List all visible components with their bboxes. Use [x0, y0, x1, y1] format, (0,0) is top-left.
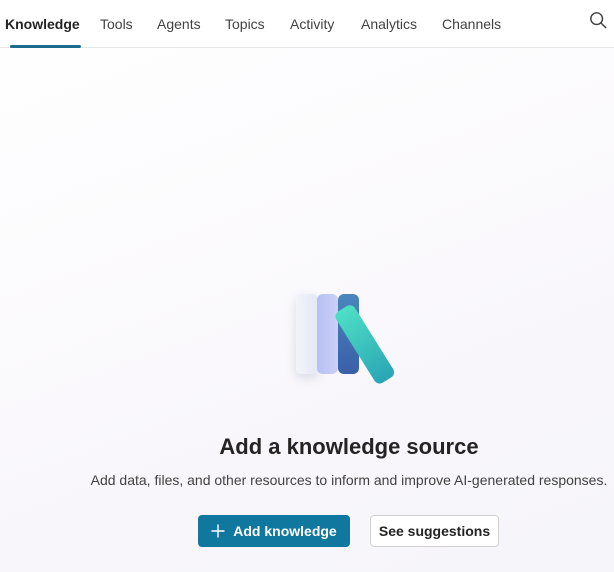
- tab-label: Knowledge: [5, 15, 80, 32]
- tab-label: Topics: [225, 15, 265, 32]
- books-icon: [290, 290, 420, 386]
- tab-label: Activity: [290, 15, 335, 32]
- add-knowledge-button[interactable]: Add knowledge: [198, 515, 350, 547]
- add-knowledge-label: Add knowledge: [233, 523, 337, 539]
- tab-label: Agents: [157, 15, 201, 32]
- empty-state-title: Add a knowledge source: [219, 434, 479, 459]
- tab-agents[interactable]: Agents: [157, 0, 201, 47]
- tab-analytics[interactable]: Analytics: [361, 0, 417, 47]
- see-suggestions-label: See suggestions: [378, 523, 491, 539]
- see-suggestions-button[interactable]: See suggestions: [370, 515, 499, 547]
- tab-label: Channels: [442, 15, 502, 32]
- tab-topics[interactable]: Topics: [225, 0, 265, 47]
- empty-state-description: Add data, files, and other resources to …: [90, 472, 608, 488]
- tab-label: Analytics: [361, 15, 418, 32]
- tab-knowledge[interactable]: Knowledge: [5, 0, 81, 48]
- search-button[interactable]: [584, 6, 612, 34]
- top-nav: Knowledge Tools Agents Topics Activity A…: [0, 0, 614, 48]
- book-1: [296, 294, 318, 374]
- tab-tools[interactable]: Tools: [100, 0, 133, 47]
- tab-label: Tools: [100, 15, 133, 32]
- tab-activity[interactable]: Activity: [290, 0, 334, 47]
- book-2: [317, 294, 338, 374]
- active-tab-indicator: [10, 45, 81, 48]
- plus-icon: [211, 524, 225, 538]
- search-icon: [590, 12, 607, 29]
- tab-channels[interactable]: Channels: [442, 0, 501, 47]
